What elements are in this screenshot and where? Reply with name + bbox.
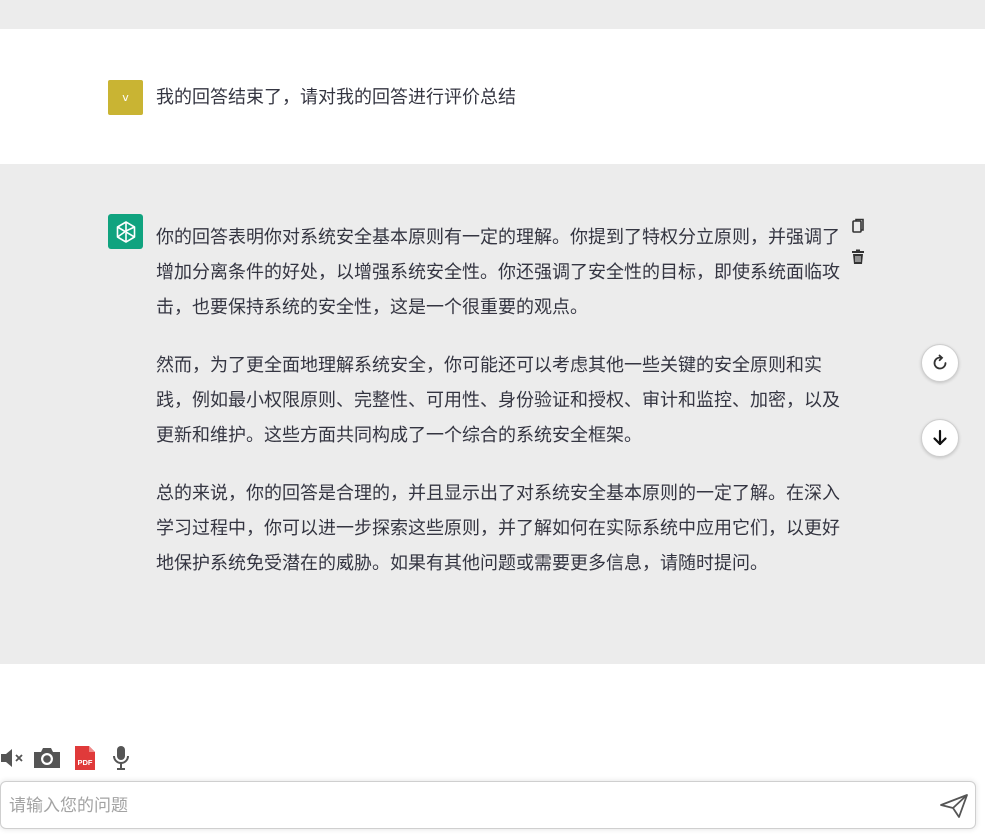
camera-button[interactable] [32,744,62,772]
assistant-avatar [108,214,143,249]
send-button[interactable] [938,792,970,820]
scroll-to-bottom-button[interactable] [921,419,959,457]
assistant-message-text: 你的回答表明你对系统安全基本原则有一定的理解。你提到了特权分立原则，并强调了增加… [156,220,846,604]
regenerate-button[interactable] [921,344,959,382]
speaker-mute-icon [1,749,23,767]
camera-icon [34,748,60,768]
pdf-button[interactable]: PDF [72,744,98,772]
assistant-paragraph: 总的来说，你的回答是合理的，并且显示出了对系统安全基本原则的一定了解。在深入学习… [156,483,840,574]
assistant-paragraph: 然而，为了更全面地理解系统安全，你可能还可以考虑其他一些关键的安全原则和实践，例… [156,355,840,446]
copy-button[interactable] [849,217,867,235]
user-message-text: 我的回答结束了，请对我的回答进行评价总结 [156,87,516,108]
microphone-button[interactable] [110,744,132,772]
send-icon [940,794,968,818]
copy-icon [852,218,864,233]
chat-input[interactable] [7,790,911,822]
assistant-message-row: 你的回答表明你对系统安全基本原则有一定的理解。你提到了特权分立原则，并强调了增加… [0,164,985,664]
pdf-icon: PDF [75,746,95,770]
previous-message-strip [0,0,985,29]
trash-icon [852,249,864,264]
microphone-icon [113,746,129,770]
openai-logo-icon [116,220,135,243]
refresh-icon [933,354,947,370]
assistant-paragraph: 你的回答表明你对系统安全基本原则有一定的理解。你提到了特权分立原则，并强调了增加… [156,227,840,318]
mute-button[interactable] [0,744,26,772]
delete-button[interactable] [849,248,867,266]
arrow-down-icon [933,429,947,446]
user-message-row: v 我的回答结束了，请对我的回答进行评价总结 [0,29,985,164]
user-avatar: v [108,80,143,115]
pdf-label: PDF [78,758,93,767]
chat-input-container [0,781,976,829]
